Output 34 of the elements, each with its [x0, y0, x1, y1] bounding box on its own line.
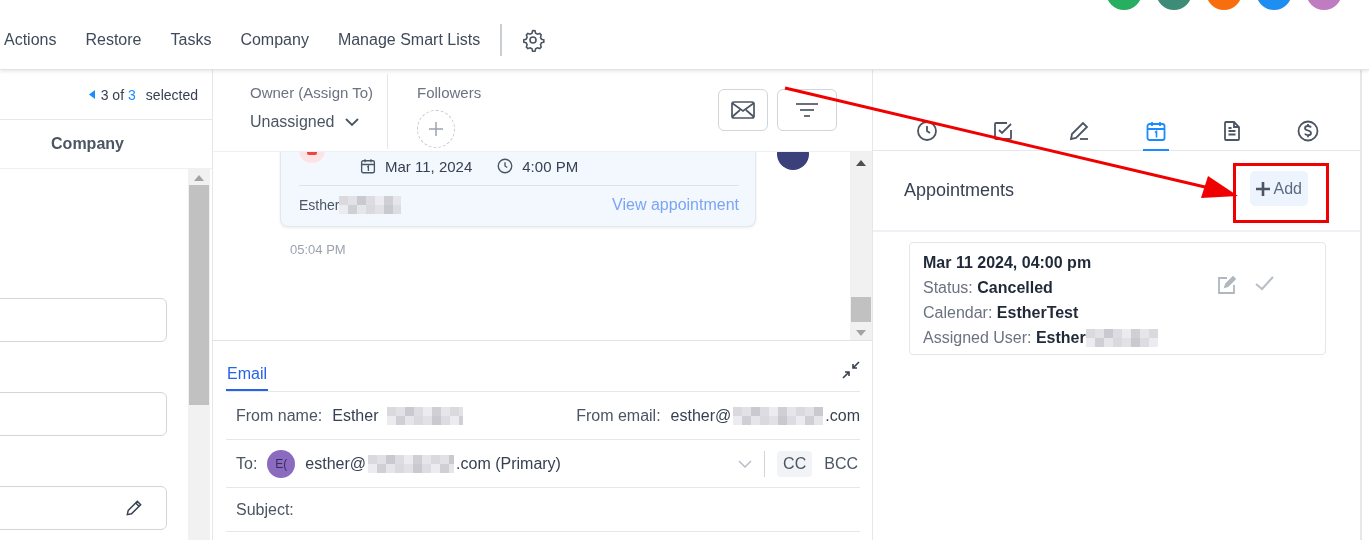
from-name-value: Esther [332, 406, 379, 425]
assigned-user: Assigned User: Esther [923, 328, 1086, 348]
field-label: Subject: [236, 500, 294, 519]
selection-count: 3 of 3 [100, 86, 137, 103]
recipient-email: .com (Primary) [456, 454, 561, 473]
field-label: Owner (Assign To) [250, 84, 375, 101]
from-email-value: .com [825, 406, 860, 425]
nav-link[interactable]: Manage Smart Lists [337, 30, 481, 49]
field-label: From email: [576, 406, 661, 425]
cc-button[interactable]: CC [777, 450, 813, 477]
appointment-time: 4:00 PM [496, 157, 579, 175]
recipient-avatar: E( [267, 449, 296, 478]
field-label: From name: [236, 406, 323, 425]
nav-link[interactable]: Tasks [170, 30, 212, 49]
section-title: Appointments [904, 180, 1015, 201]
appointment-status: Status: Cancelled [923, 278, 1054, 298]
appointment-calendar: Calendar: EstherTest [923, 303, 1080, 323]
owner-dropdown[interactable]: Unassigned [250, 113, 387, 131]
email-tab[interactable]: Email [226, 365, 268, 391]
message-time: 05:04 PM [290, 242, 347, 257]
nav-link[interactable]: Actions [4, 30, 57, 49]
field-label: To: [236, 454, 258, 473]
appointment-datetime: Mar 11 2024, 04:00 pm [923, 253, 1093, 273]
recipient-email: esther@ [305, 454, 367, 473]
appointment-date: Mar 11, 2024 [359, 157, 473, 175]
bcc-button[interactable]: BCC [822, 450, 860, 477]
selection-label: selected [145, 86, 198, 103]
author-name: Esther [299, 197, 340, 213]
nav-link[interactable]: Restore [85, 30, 142, 49]
add-button[interactable]: Add [1249, 171, 1308, 206]
column-header: Company [50, 134, 125, 154]
nav-link[interactable]: Company [240, 30, 309, 49]
field-label: Followers [417, 84, 482, 101]
from-email-value: esther@ [670, 406, 732, 425]
